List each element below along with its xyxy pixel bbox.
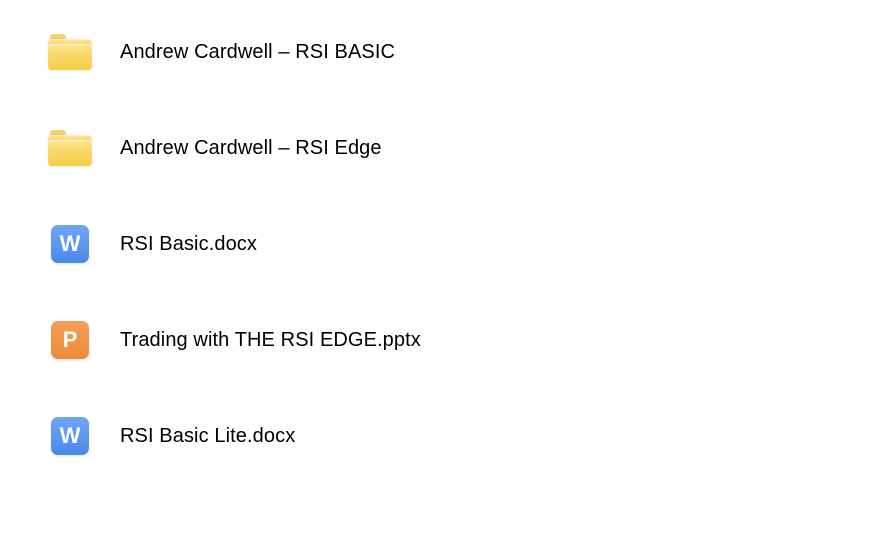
word-doc-icon: W bbox=[48, 414, 92, 458]
file-item-folder[interactable]: Andrew Cardwell – RSI Edge bbox=[48, 126, 872, 170]
file-item-docx[interactable]: W RSI Basic Lite.docx bbox=[48, 414, 872, 458]
file-name-label: RSI Basic Lite.docx bbox=[120, 425, 295, 448]
file-name-label: Andrew Cardwell – RSI BASIC bbox=[120, 41, 395, 64]
file-item-pptx[interactable]: P Trading with THE RSI EDGE.pptx bbox=[48, 318, 872, 362]
folder-icon bbox=[48, 126, 92, 170]
file-item-docx[interactable]: W RSI Basic.docx bbox=[48, 222, 872, 266]
folder-icon bbox=[48, 30, 92, 74]
file-name-label: Andrew Cardwell – RSI Edge bbox=[120, 137, 382, 160]
file-name-label: RSI Basic.docx bbox=[120, 233, 257, 256]
file-item-folder[interactable]: Andrew Cardwell – RSI BASIC bbox=[48, 30, 872, 74]
powerpoint-doc-icon: P bbox=[48, 318, 92, 362]
file-list: Andrew Cardwell – RSI BASIC Andrew Cardw… bbox=[48, 20, 872, 458]
file-name-label: Trading with THE RSI EDGE.pptx bbox=[120, 329, 421, 352]
word-doc-icon: W bbox=[48, 222, 92, 266]
